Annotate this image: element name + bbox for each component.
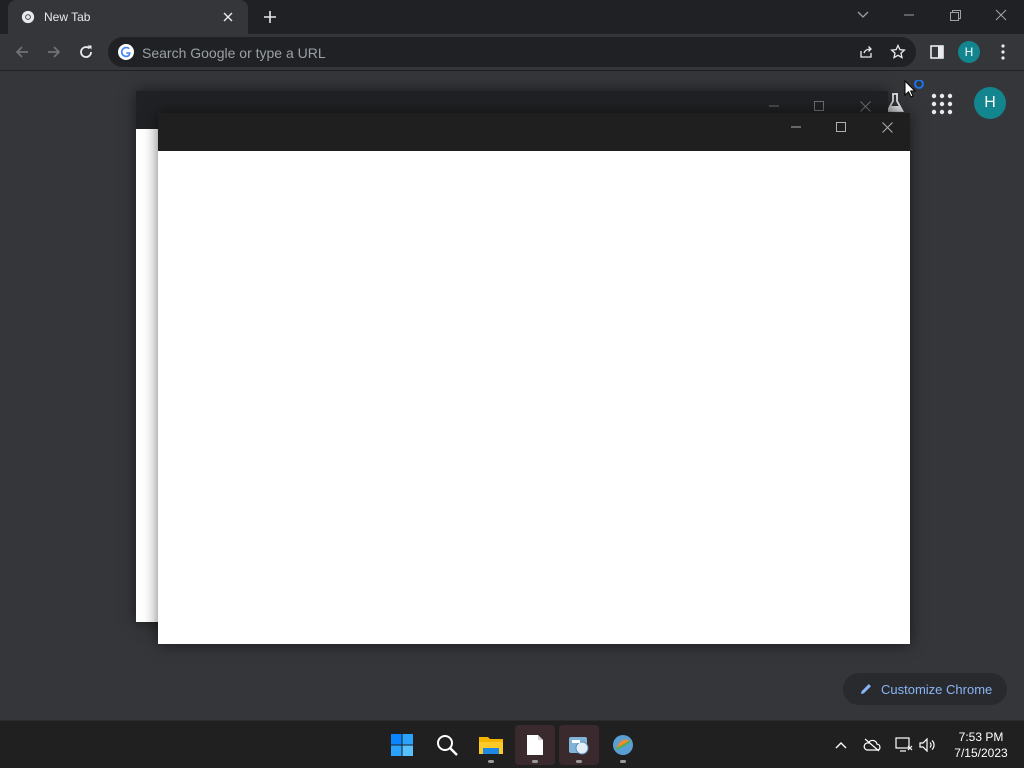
close-icon[interactable] (877, 117, 897, 137)
folder-icon (479, 737, 503, 754)
address-bar[interactable]: Search Google or type a URL (108, 37, 916, 67)
bookmark-star-icon[interactable] (887, 41, 909, 63)
minimize-icon[interactable] (786, 117, 806, 137)
tab-strip: New Tab (0, 0, 1024, 34)
clock-date: 7/15/2023 (954, 746, 1008, 760)
tab-new-tab[interactable]: New Tab (8, 0, 248, 34)
running-indicator (620, 760, 626, 763)
running-indicator (576, 760, 582, 763)
customize-chrome-button[interactable]: Customize Chrome (843, 673, 1007, 705)
toolbar: Search Google or type a URL H (0, 34, 1024, 71)
pinned-app-button[interactable] (603, 725, 643, 765)
google-icon (118, 44, 134, 60)
volume-icon[interactable] (918, 735, 938, 755)
profile-avatar-small[interactable]: H (958, 41, 980, 63)
app-icon (613, 735, 633, 755)
side-panel-icon[interactable] (923, 38, 951, 66)
google-apps-icon[interactable] (930, 92, 954, 116)
share-icon[interactable] (855, 41, 877, 63)
minimize-button[interactable] (886, 0, 932, 30)
system-clock[interactable]: 7:53 PM 7/15/2023 (946, 729, 1016, 761)
tab-title: New Tab (44, 10, 91, 24)
app-window-button[interactable] (559, 725, 599, 765)
chrome-icon (21, 10, 35, 24)
app-icon (569, 737, 589, 755)
customize-chrome-label: Customize Chrome (881, 681, 993, 697)
back-button[interactable] (8, 38, 36, 66)
network-icon[interactable] (894, 735, 914, 755)
forward-button[interactable] (40, 38, 68, 66)
address-placeholder: Search Google or type a URL (142, 45, 326, 61)
start-button[interactable] (382, 725, 422, 765)
popup-window-front (158, 113, 910, 644)
file-explorer-button[interactable] (471, 725, 511, 765)
tab-search-icon[interactable] (840, 0, 886, 30)
close-window-button[interactable] (978, 0, 1024, 30)
cursor-busy-icon (904, 80, 924, 98)
windows-logo-icon (391, 734, 413, 756)
profile-avatar-large[interactable]: H (974, 87, 1006, 119)
running-indicator (488, 760, 494, 763)
search-icon (437, 735, 458, 756)
show-hidden-icons-chevron-icon[interactable] (831, 735, 851, 755)
document-icon (527, 735, 543, 755)
tab-close-icon[interactable] (218, 7, 238, 27)
reload-button[interactable] (72, 38, 100, 66)
maximize-icon[interactable] (831, 117, 851, 137)
menu-kebab-icon[interactable] (989, 38, 1017, 66)
restore-button[interactable] (932, 0, 978, 30)
window-titlebar (158, 113, 910, 151)
pencil-icon (861, 684, 871, 694)
running-indicator (532, 760, 538, 763)
onedrive-offline-icon[interactable] (862, 735, 882, 755)
clock-time: 7:53 PM (958, 730, 1004, 744)
notepad-button[interactable] (515, 725, 555, 765)
search-button[interactable] (427, 725, 467, 765)
taskbar: 7:53 PM 7/15/2023 (0, 720, 1024, 768)
new-tab-button[interactable] (258, 6, 282, 28)
